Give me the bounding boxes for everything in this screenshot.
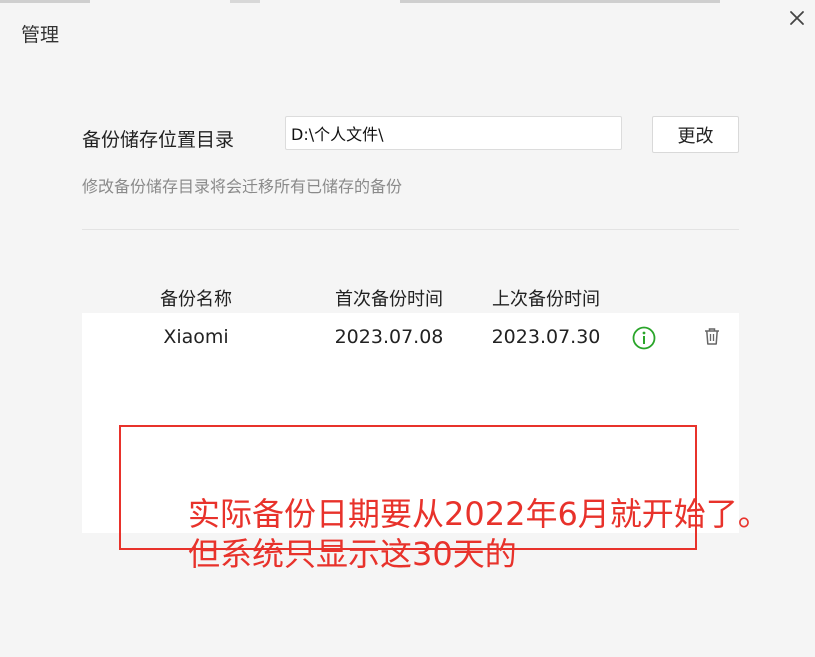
- info-icon[interactable]: [632, 326, 656, 350]
- trash-icon[interactable]: [702, 326, 722, 346]
- storage-path-input[interactable]: [285, 116, 622, 150]
- storage-location-label: 备份储存位置目录: [82, 129, 235, 151]
- column-header-name: 备份名称: [160, 289, 232, 310]
- first-backup-date: 2023.07.08: [334, 326, 444, 348]
- annotation-line-2: 但系统只显示这30天的: [188, 535, 517, 573]
- annotation-text: 实际备份日期要从2022年6月就开始了。 但系统只显示这30天的: [188, 494, 808, 574]
- last-backup-date: 2023.07.30: [491, 326, 601, 348]
- annotation-line-1: 实际备份日期要从2022年6月就开始了。: [188, 495, 770, 533]
- storage-hint: 修改备份储存目录将会迁移所有已储存的备份: [82, 177, 403, 196]
- top-edge-strip: [0, 0, 740, 3]
- backup-name: Xiaomi: [163, 326, 229, 348]
- column-header-first-backup: 首次备份时间: [335, 289, 443, 310]
- close-icon[interactable]: [787, 8, 807, 28]
- column-header-last-backup: 上次备份时间: [492, 289, 600, 310]
- dialog-title: 管理: [21, 24, 60, 46]
- divider: [82, 229, 739, 230]
- change-button[interactable]: 更改: [652, 116, 739, 153]
